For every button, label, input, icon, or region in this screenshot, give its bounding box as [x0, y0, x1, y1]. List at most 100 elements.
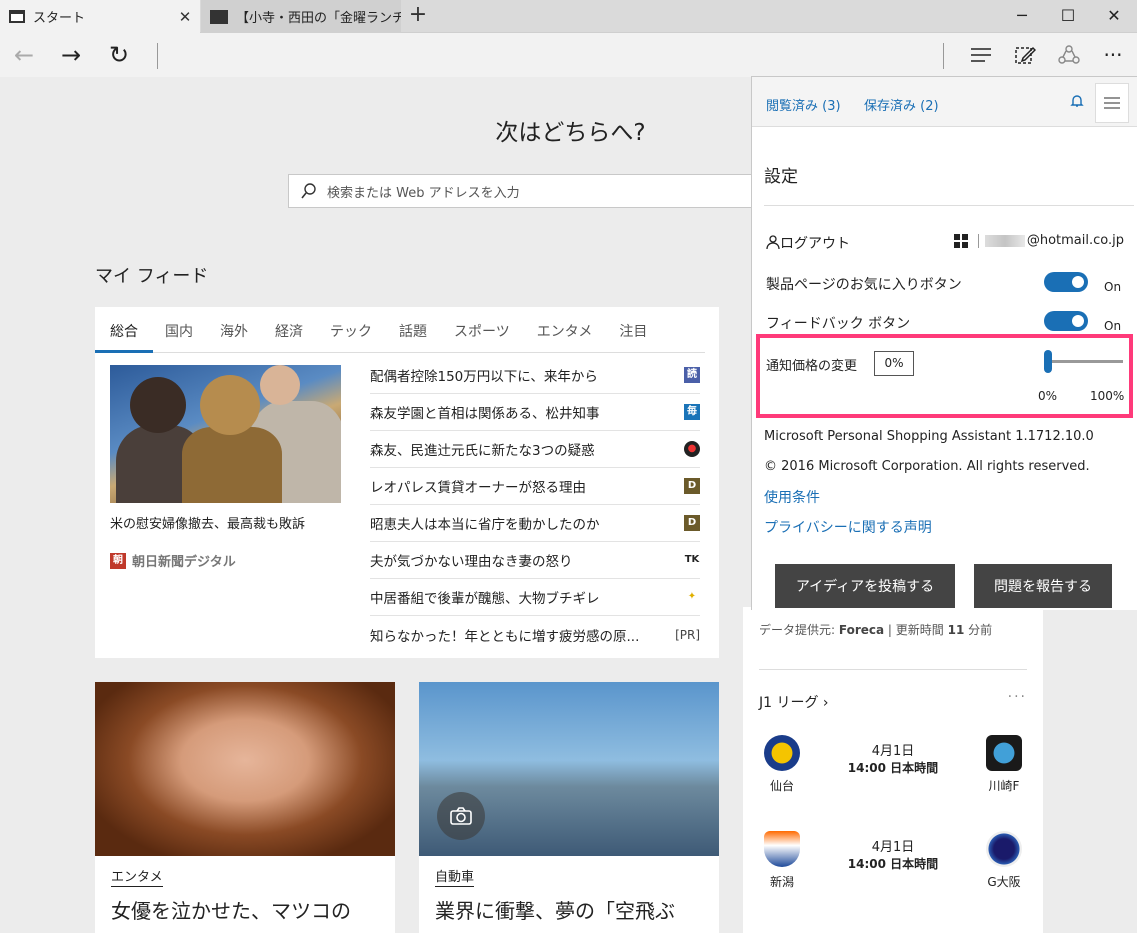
tab-saved[interactable]: 保存済み (2)	[864, 95, 939, 114]
tab-domestic[interactable]: 国内	[165, 307, 193, 353]
vegalta-badge-icon	[764, 735, 800, 771]
tab-article[interactable]: 【小寺・西田の「金曜ランチビュッ	[201, 0, 401, 33]
headline-item[interactable]: 昭恵夫人は本当に省庁を動かしたのか D	[370, 505, 700, 542]
site-favicon-icon	[210, 9, 228, 24]
back-button[interactable]: ←	[8, 39, 40, 71]
match-row[interactable]: 仙台 4月1日 14:00 日本時間 川崎F	[759, 735, 1027, 805]
headline-item[interactable]: 中居番組で後輩が醜態、大物ブチギレ ✦	[370, 579, 700, 616]
toyokeizai-logo-icon: TK	[684, 552, 700, 568]
tab-tech[interactable]: テック	[330, 307, 372, 353]
navigation-bar: ← → ↻ ···	[0, 33, 1137, 77]
diamond-logo-icon: D	[684, 515, 700, 531]
divider	[764, 205, 1134, 206]
source-name: 朝日新聞デジタル	[132, 555, 236, 570]
news-card-title[interactable]: 女優を泣かせた、マツコの	[111, 895, 351, 924]
news-card-category[interactable]: エンタメ	[111, 869, 163, 887]
lead-news-image[interactable]	[110, 365, 341, 503]
minimize-button[interactable]: ─	[999, 0, 1045, 33]
headline-item[interactable]: 森友、民進辻元氏に新たな3つの疑惑 ●	[370, 431, 700, 468]
news-card[interactable]: エンタメ 女優を泣かせた、マツコの	[95, 682, 395, 933]
headline-title: 知らなかった！年とともに増す疲労感の原...	[370, 628, 640, 645]
match-date: 4月1日 14:00 日本時間	[847, 744, 939, 775]
headline-item[interactable]: 夫が気づかない理由なき妻の怒り TK	[370, 542, 700, 579]
headline-item[interactable]: 配偶者控除150万円以下に、来年から 読	[370, 357, 700, 394]
tab-label: スタート	[33, 11, 86, 26]
source-logo-icon: ●	[684, 441, 700, 457]
notification-bell-icon[interactable]	[1070, 94, 1084, 108]
refresh-button[interactable]: ↻	[103, 39, 135, 71]
news-feed-card: 総合 国内 海外 経済 テック 話題 スポーツ エンタメ 注目 米の慰安婦像撤去…	[95, 307, 719, 658]
panel-menu-button[interactable]	[1095, 83, 1129, 123]
terms-link[interactable]: 使用条件	[764, 487, 820, 507]
feedback-toggle-state: On	[1104, 319, 1122, 333]
j1-league-title[interactable]: J1 リーグ ›	[759, 692, 829, 712]
headline-title: 昭恵夫人は本当に省庁を動かしたのか	[370, 517, 600, 533]
away-team: 川崎F	[981, 735, 1027, 794]
more-button[interactable]: ···	[1097, 39, 1129, 71]
tab-topics[interactable]: 話題	[399, 307, 427, 353]
news-card-category[interactable]: 自動車	[435, 869, 475, 887]
news-card-image	[95, 682, 395, 856]
hub-button[interactable]	[965, 39, 997, 71]
tab-featured[interactable]: 注目	[619, 307, 647, 353]
tab-economy[interactable]: 経済	[275, 307, 303, 353]
my-feed-title: マイ フィード	[95, 266, 209, 287]
tab-sports[interactable]: スポーツ	[454, 307, 510, 353]
forward-button[interactable]: →	[55, 39, 87, 71]
headline-title: 配偶者控除150万円以下に、来年から	[370, 369, 598, 385]
close-window-button[interactable]: ✕	[1091, 0, 1137, 33]
tab-start[interactable]: スタート ✕	[0, 0, 200, 33]
divider	[157, 43, 158, 69]
tab-bar: スタート ✕ 【小寺・西田の「金曜ランチビュッ + ─ ☐ ✕	[0, 0, 1137, 33]
copyright: © 2016 Microsoft Corporation. All rights…	[764, 459, 1090, 474]
start-page-icon	[9, 10, 25, 23]
pr-badge: [PR]	[675, 627, 700, 642]
redacted-email	[984, 234, 1025, 247]
match-row[interactable]: 新潟 4月1日 14:00 日本時間 G大阪	[759, 831, 1027, 901]
divider	[943, 43, 944, 69]
share-button[interactable]	[1053, 39, 1085, 71]
new-tab-button[interactable]: +	[406, 4, 430, 28]
maximize-button[interactable]: ☐	[1045, 0, 1091, 33]
hamburger-icon	[1104, 97, 1120, 109]
post-idea-button[interactable]: アイディアを投稿する	[775, 564, 955, 608]
home-team: 新潟	[759, 831, 805, 890]
fav-button-toggle[interactable]	[1044, 272, 1088, 292]
headline-item[interactable]: 森友学園と首相は関係ある、松井知事 毎	[370, 394, 700, 431]
frontale-badge-icon	[986, 735, 1022, 771]
home-team: 仙台	[759, 735, 805, 794]
away-team: G大阪	[981, 831, 1027, 890]
headline-item[interactable]: レオパレス賃貸オーナーが怒る理由 D	[370, 468, 700, 505]
settings-title: 設定	[764, 167, 798, 187]
j1-more-button[interactable]: ···	[1008, 689, 1027, 705]
category-tabs: 総合 国内 海外 経済 テック 話題 スポーツ エンタメ 注目	[95, 307, 705, 353]
news-card-image	[419, 682, 719, 856]
news-card-title[interactable]: 業界に衝撃、夢の「空飛ぶ	[435, 895, 675, 924]
headline-title: 中居番組で後輩が醜態、大物ブチギレ	[370, 591, 600, 607]
lead-news-caption[interactable]: 米の慰安婦像撤去、最高裁も敗訴	[110, 513, 345, 532]
mainichi-logo-icon: 毎	[684, 404, 700, 420]
logout-link[interactable]: ログアウト	[766, 233, 850, 253]
person-icon	[766, 235, 780, 250]
fav-button-label: 製品ページのお気に入りボタン	[766, 277, 962, 293]
headline-item[interactable]: 知らなかった！年とともに増す疲労感の原... [PR]	[370, 616, 700, 653]
headline-list: 配偶者控除150万円以下に、来年から 読 森友学園と首相は関係ある、松井知事 毎 森…	[370, 357, 700, 653]
report-issue-button[interactable]: 問題を報告する	[974, 564, 1112, 608]
tab-entertainment[interactable]: エンタメ	[537, 307, 593, 353]
privacy-link[interactable]: プライバシーに関する声明	[764, 517, 932, 537]
diamond-logo-icon: D	[684, 478, 700, 494]
tab-history[interactable]: 閲覧済み (3)	[766, 95, 841, 114]
web-note-button[interactable]	[1009, 39, 1041, 71]
account-email: @hotmail.co.jp	[1026, 233, 1124, 248]
weather-provider: データ提供元: Foreca | 更新時間 11 分前	[759, 623, 993, 637]
search-icon	[301, 183, 316, 199]
feedback-button-toggle[interactable]	[1044, 311, 1088, 331]
headline-title: 森友学園と首相は関係ある、松井知事	[370, 406, 600, 422]
headline-title: レオパレス賃貸オーナーが怒る理由	[370, 480, 586, 496]
tab-general[interactable]: 総合	[95, 307, 153, 353]
hub-icon	[971, 48, 991, 62]
search-input[interactable]: 検索または Web アドレスを入力	[288, 174, 808, 208]
close-tab-icon[interactable]: ✕	[174, 8, 196, 26]
tab-world[interactable]: 海外	[220, 307, 248, 353]
news-card[interactable]: 自動車 業界に衝撃、夢の「空飛ぶ	[419, 682, 719, 933]
